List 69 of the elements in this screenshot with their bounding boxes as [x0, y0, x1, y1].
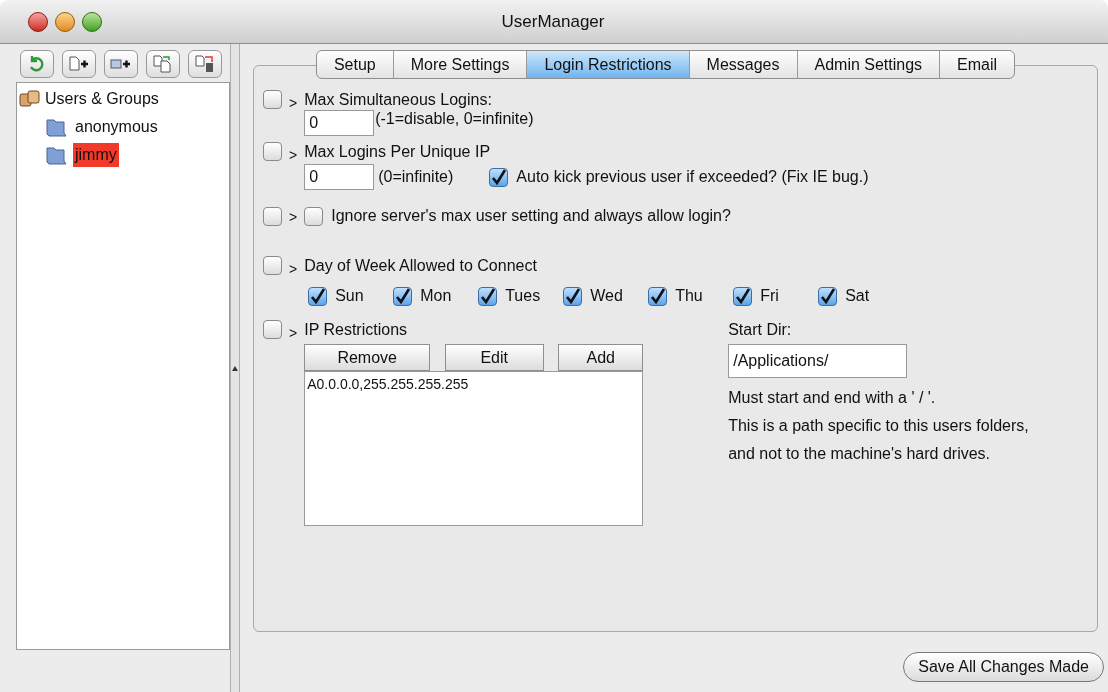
checkbox-label: Auto kick previous user if exceeded? (Fix IE bug.) — [516, 167, 869, 187]
setting-label: Max Logins Per Unique IP — [304, 142, 492, 162]
checkbox[interactable] — [733, 286, 753, 306]
new-group-button[interactable] — [104, 50, 138, 78]
tab[interactable]: Login Restrictions — [526, 51, 689, 78]
checkbox[interactable] — [489, 167, 509, 187]
list-button[interactable]: Edit — [444, 344, 544, 371]
checkbox-label: Ignore server's max user setting and always allow login? — [331, 206, 731, 226]
checkbox[interactable] — [263, 256, 282, 275]
hint-text: (-1=disable, 0=infinite) — [375, 110, 534, 128]
copy-documents-icon — [152, 55, 174, 73]
arrow-label: > — [289, 324, 298, 343]
folder-icon — [45, 117, 67, 137]
setting-label: Start Dir: — [728, 320, 793, 340]
tab[interactable]: Admin Settings — [796, 51, 940, 78]
refresh-button[interactable] — [20, 50, 54, 78]
checkbox-label: Tues — [505, 286, 541, 306]
checkbox[interactable] — [393, 286, 413, 306]
duplicate-button[interactable] — [146, 50, 180, 78]
checkbox[interactable] — [478, 286, 498, 306]
tab[interactable]: Messages — [688, 51, 797, 78]
folder-icon — [45, 145, 67, 165]
delete-button[interactable] — [188, 50, 222, 78]
arrow-label: > — [289, 208, 298, 227]
checkbox[interactable] — [263, 320, 282, 339]
checkbox[interactable] — [818, 286, 838, 306]
help-text: This is a path specific to this users folders, — [728, 416, 1029, 436]
list-button[interactable]: Add — [558, 344, 644, 371]
arrow-label: > — [289, 260, 298, 279]
collapse-handle-icon[interactable] — [232, 365, 238, 371]
hint-text: (0=infinite) — [378, 167, 454, 187]
max-logins-field[interactable]: 0 — [304, 110, 375, 136]
checkbox-label: Sat — [845, 286, 870, 306]
list-item[interactable]: A0.0.0.0,255.255.255.255 — [307, 374, 641, 395]
checkbox-label: Thu — [675, 286, 703, 306]
checkbox[interactable] — [308, 286, 328, 306]
checkbox[interactable] — [263, 142, 282, 161]
users-icon — [19, 89, 41, 109]
checkbox[interactable] — [648, 286, 668, 306]
setting-label: Max Simultaneous Logins: — [304, 90, 493, 110]
help-text: and not to the machine's hard drives. — [728, 444, 992, 464]
checkbox-label: Mon — [420, 286, 452, 306]
checkbox[interactable] — [263, 206, 282, 226]
save-button[interactable]: Save All Changes Made — [903, 652, 1104, 682]
checkbox[interactable] — [263, 90, 282, 109]
checkbox-label: Sun — [335, 286, 364, 306]
checkbox[interactable] — [563, 286, 583, 306]
new-user-button[interactable] — [62, 50, 96, 78]
close-icon[interactable] — [28, 11, 48, 32]
help-text: Must start and end with a ' / '. — [728, 388, 937, 408]
setting-label: IP Restrictions — [304, 320, 409, 340]
checkbox[interactable] — [304, 206, 324, 226]
tree-item[interactable]: Users & Groups — [45, 87, 159, 111]
window-title: UserManager — [501, 10, 605, 33]
arrow-label: > — [289, 94, 298, 113]
start-dir-field[interactable]: /Applications/ — [728, 344, 908, 378]
minimize-icon[interactable] — [55, 11, 75, 32]
list-button[interactable]: Remove — [304, 344, 431, 371]
logins-per-ip-field[interactable]: 0 — [304, 164, 375, 190]
tree-item[interactable]: anonymous — [73, 115, 160, 139]
tab[interactable]: Setup — [316, 51, 393, 78]
checkbox-label: Wed — [590, 286, 623, 306]
document-plus-icon — [68, 55, 90, 73]
tree-item[interactable]: jimmy — [73, 143, 119, 167]
setting-label: Day of Week Allowed to Connect — [304, 256, 538, 276]
checkbox-label: Fri — [760, 286, 779, 306]
zoom-icon[interactable] — [82, 11, 102, 32]
document-trash-icon — [194, 55, 216, 73]
arrow-label: > — [289, 146, 298, 165]
